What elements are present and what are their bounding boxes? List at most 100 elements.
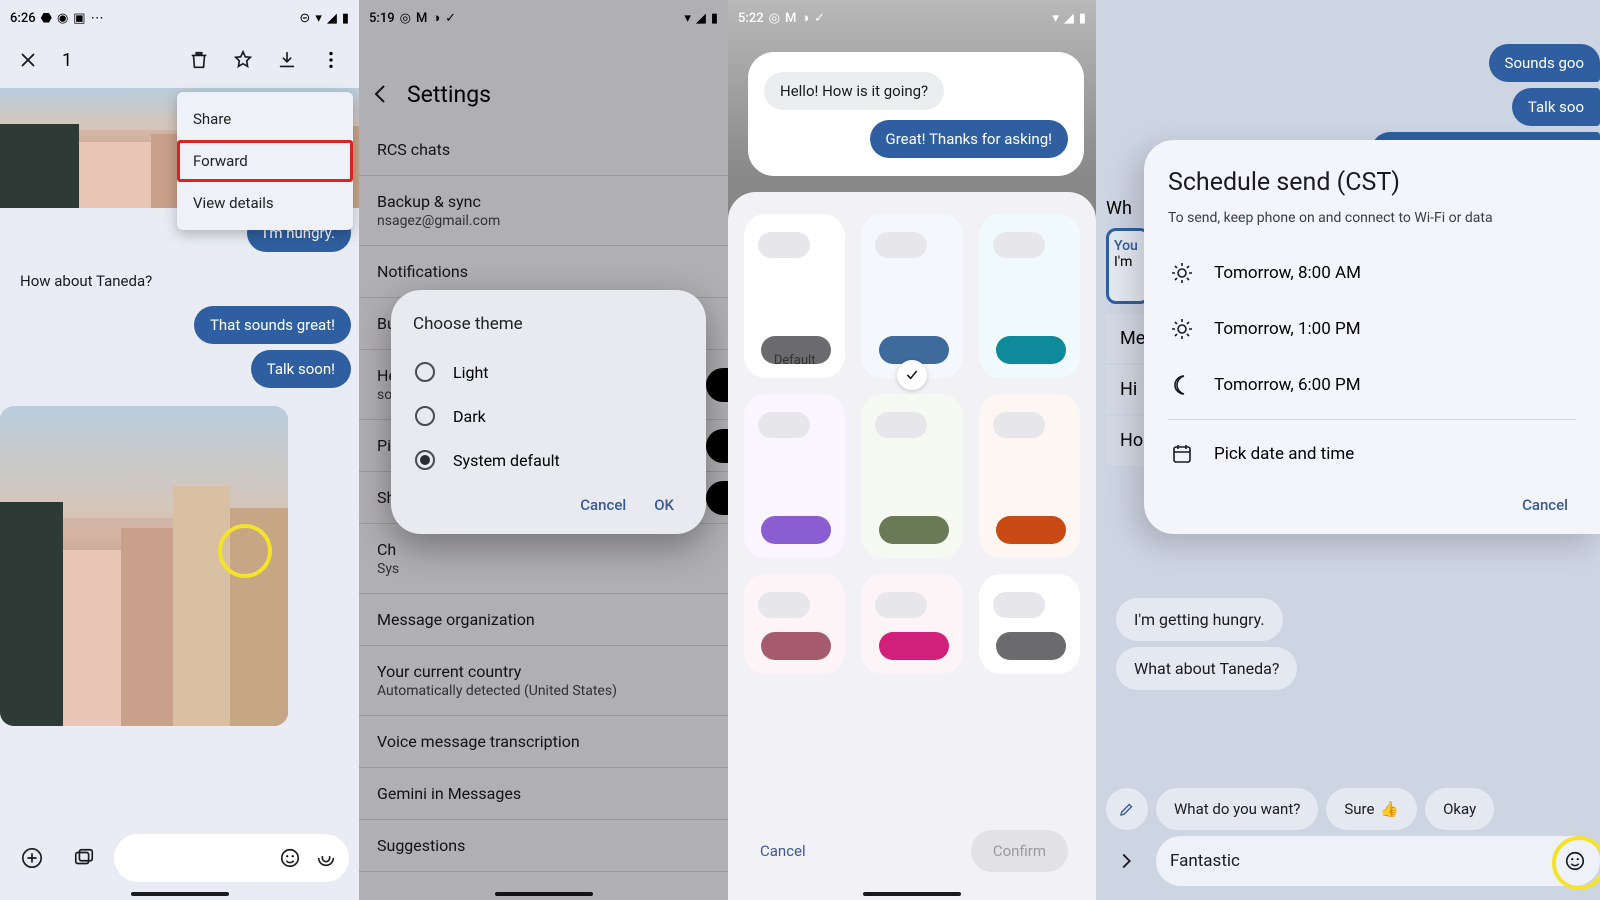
close-icon xyxy=(17,49,39,71)
nav-pill xyxy=(495,892,593,896)
swatch-olive[interactable] xyxy=(861,394,962,558)
highlight-ring-icon xyxy=(1552,836,1600,890)
selection-toolbar: 1 xyxy=(0,32,359,88)
status-bar: 5:19◎M◑✓ ▾◢▮ xyxy=(359,0,728,32)
message-out[interactable]: That sounds great! xyxy=(194,306,351,344)
status-bar: 5:22◎M◑✓ ▾◢▮ xyxy=(728,0,1096,32)
nav-pill xyxy=(863,892,961,896)
row-msg-org[interactable]: Message organization xyxy=(359,594,728,646)
battery-icon: ▮ xyxy=(711,11,718,26)
dialog-title: Choose theme xyxy=(413,314,684,334)
panel-schedule: Sounds goo Talk soo Do you want to try s… xyxy=(1096,0,1600,900)
moon-icon xyxy=(1170,373,1194,397)
nav-pill xyxy=(131,892,229,896)
row-country[interactable]: Your current countryAutomatically detect… xyxy=(359,646,728,716)
settings-title: Settings xyxy=(407,81,491,108)
opt-pick-date[interactable]: Pick date and time xyxy=(1168,426,1576,482)
swatch-orange[interactable] xyxy=(979,394,1080,558)
sheet-cancel-button[interactable]: Cancel xyxy=(756,830,810,872)
star-icon xyxy=(232,49,254,71)
opt-morning[interactable]: Tomorrow, 8:00 AM xyxy=(1168,245,1576,301)
dialog-ok-button[interactable]: OK xyxy=(654,496,674,514)
swatch-teal[interactable] xyxy=(979,214,1080,378)
wifi-icon: ▾ xyxy=(684,11,691,26)
voice-icon[interactable] xyxy=(315,847,337,869)
row-gemini[interactable]: Gemini in Messages xyxy=(359,768,728,820)
opt-evening[interactable]: Tomorrow, 6:00 PM xyxy=(1168,357,1576,413)
download-icon xyxy=(276,49,298,71)
swatch-magenta[interactable] xyxy=(861,574,962,674)
close-selection-button[interactable] xyxy=(6,38,50,82)
signal-icon: ◢ xyxy=(327,11,337,26)
battery-icon: ▮ xyxy=(1079,11,1086,26)
chip-suggestion[interactable]: Sure 👍 xyxy=(1326,788,1417,830)
trash-icon xyxy=(188,49,210,71)
radio-icon xyxy=(415,362,435,382)
toggle-icon[interactable] xyxy=(706,429,728,463)
thumbs-up-icon: 👍 xyxy=(1380,800,1399,818)
menu-forward[interactable]: Forward xyxy=(177,140,353,182)
add-button[interactable] xyxy=(10,836,54,880)
emoji-icon[interactable] xyxy=(279,847,301,869)
card-hint: To send, keep phone on and connect to Wi… xyxy=(1168,209,1576,229)
swatch-grid: Default xyxy=(744,214,1080,674)
message-out[interactable]: Sounds goo xyxy=(1489,44,1600,82)
radio-light[interactable]: Light xyxy=(413,350,684,394)
message-in[interactable]: I'm getting hungry. xyxy=(1116,598,1283,641)
message-in[interactable]: What about Taneda? xyxy=(1116,647,1297,690)
row-voice[interactable]: Voice message transcription xyxy=(359,716,728,768)
swatch-mauve[interactable] xyxy=(744,574,845,674)
gallery-icon xyxy=(73,847,95,869)
gallery-button[interactable] xyxy=(62,836,106,880)
opt-afternoon[interactable]: Tomorrow, 1:00 PM xyxy=(1168,301,1576,357)
message-in[interactable]: How about Taneda? xyxy=(8,262,359,300)
panel-conversation: 6:26 ⬣ ◉ ▣ ⋯ ⊝ ▾ ◢ ▮ 1 I'm hungry. How a… xyxy=(0,0,359,900)
dialog-cancel-button[interactable]: Cancel xyxy=(580,496,626,514)
swatch-blue[interactable] xyxy=(861,214,962,378)
toggle-icon[interactable] xyxy=(706,481,728,515)
expand-button[interactable] xyxy=(1106,841,1146,881)
delete-button[interactable] xyxy=(177,38,221,82)
chip-magic[interactable] xyxy=(1106,788,1148,830)
star-button[interactable] xyxy=(221,38,265,82)
row-backup[interactable]: Backup & syncnsagez@gmail.com xyxy=(359,176,728,246)
card-cancel-button[interactable]: Cancel xyxy=(1168,482,1576,516)
swatch-default[interactable]: Default xyxy=(744,214,845,378)
wifi-icon: ▾ xyxy=(315,11,322,26)
radio-system[interactable]: System default xyxy=(413,438,684,482)
check-icon xyxy=(897,360,927,390)
image-thumbnail-selected[interactable] xyxy=(0,406,288,726)
download-button[interactable] xyxy=(265,38,309,82)
status-bar: 6:26 ⬣ ◉ ▣ ⋯ ⊝ ▾ ◢ ▮ xyxy=(0,0,359,32)
brightness-icon xyxy=(1170,317,1194,341)
chip-suggestion[interactable]: Okay xyxy=(1425,788,1494,830)
message-out[interactable]: Talk soo xyxy=(1512,88,1600,126)
overflow-button[interactable] xyxy=(309,38,353,82)
card-title: Schedule send (CST) xyxy=(1168,168,1576,197)
brightness-icon xyxy=(1170,261,1194,285)
icon-more: ⋯ xyxy=(91,11,104,26)
menu-view-details[interactable]: View details xyxy=(177,182,353,224)
icon-linkedin: ▣ xyxy=(73,11,85,26)
row-rcs[interactable]: RCS chats xyxy=(359,124,728,176)
signal-icon: ◢ xyxy=(696,11,706,26)
menu-share[interactable]: Share xyxy=(177,98,353,140)
selection-count: 1 xyxy=(62,50,177,71)
label-wh: Wh xyxy=(1106,198,1132,219)
wifi-icon: ▾ xyxy=(1052,11,1059,26)
row-suggestions[interactable]: Suggestions xyxy=(359,820,728,872)
sheet-confirm-button[interactable]: Confirm xyxy=(971,830,1068,872)
theme-dialog: Choose theme Light Dark System default C… xyxy=(391,290,706,534)
back-icon[interactable] xyxy=(369,82,393,106)
swatch-grey[interactable] xyxy=(979,574,1080,674)
composer xyxy=(0,834,359,882)
message-input[interactable]: Fantastic xyxy=(1156,836,1600,886)
color-sheet: Default Cancel Confirm xyxy=(728,192,1096,900)
status-time: 5:22 xyxy=(738,11,764,26)
message-out[interactable]: Talk soon! xyxy=(251,350,351,388)
swatch-purple[interactable] xyxy=(744,394,845,558)
chip-suggestion[interactable]: What do you want? xyxy=(1156,788,1318,830)
radio-dark[interactable]: Dark xyxy=(413,394,684,438)
message-input[interactable] xyxy=(114,834,349,882)
row-chat[interactable]: ChSys xyxy=(359,524,728,594)
